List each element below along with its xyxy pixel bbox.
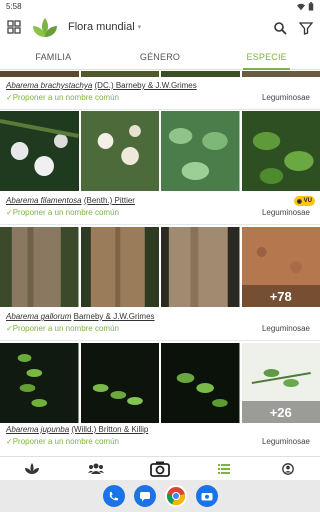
species-photo[interactable] [241, 71, 320, 77]
family-name: Leguminosae [261, 324, 310, 333]
tab-bar: FAMILIA GÉNERO ESPECIE [0, 46, 320, 70]
bark-image [0, 227, 79, 307]
status-time: 5:58 [6, 2, 22, 11]
plant-logo-icon [33, 18, 57, 37]
status-icons [297, 2, 314, 11]
leaf-image [241, 111, 320, 191]
photo-strip-partial [0, 71, 320, 77]
family-name: Leguminosae [261, 208, 310, 217]
app-bar: Flora mundial ▾ [0, 13, 320, 43]
species-photo[interactable] [161, 227, 240, 307]
species-photo[interactable] [0, 227, 79, 307]
profile-icon [282, 462, 294, 475]
filter-icon[interactable] [299, 21, 313, 35]
propose-common-name[interactable]: ✓Proponer a un nombre común [6, 208, 119, 217]
screen: 5:58 Flora mundial ▾ FAMILIA GÉNERO ESPE… [0, 0, 320, 512]
species-photo[interactable] [80, 227, 159, 307]
eye-icon: ◉ [296, 198, 302, 205]
species-photo[interactable] [0, 343, 79, 423]
species-photo[interactable] [161, 343, 240, 423]
species-photo[interactable] [80, 343, 159, 423]
species-photo[interactable] [80, 71, 159, 77]
camera-glyph [201, 493, 212, 501]
community-icon [88, 463, 104, 474]
species-card[interactable]: Abarema filamentosa (Benth.) Pittier ◉ V… [0, 111, 320, 226]
bottom-navigation [0, 456, 320, 480]
plant-icon [25, 462, 39, 474]
species-photo[interactable] [161, 71, 240, 77]
search-icon[interactable] [273, 21, 287, 35]
propose-common-name[interactable]: ✓Proponer a un nombre común [6, 437, 119, 446]
propose-common-name[interactable]: ✓Proponer a un nombre común [6, 93, 119, 102]
propose-common-name[interactable]: ✓Proponer a un nombre común [6, 324, 119, 333]
camera-app-icon[interactable] [195, 485, 218, 507]
app-title: Flora mundial [68, 21, 135, 33]
leaf-image [0, 343, 79, 423]
wifi-icon [297, 3, 305, 10]
tab-familia[interactable]: FAMILIA [0, 46, 107, 69]
message-glyph [139, 491, 150, 501]
flower-image [80, 111, 159, 191]
conservation-status-badge: ◉ VU [293, 196, 315, 206]
messages-icon[interactable] [133, 485, 156, 507]
species-name[interactable]: Abarema jupunba (Willd.) Britton & Killi… [6, 425, 148, 434]
species-photo[interactable]: +26 [241, 343, 320, 423]
family-name: Leguminosae [261, 437, 310, 446]
species-photo[interactable] [241, 111, 320, 191]
species-name[interactable]: Abarema brachystachya (DC.) Barneby & J.… [6, 81, 197, 90]
photo-row [0, 111, 320, 191]
chrome-icon[interactable] [164, 485, 187, 507]
chrome-glyph [166, 487, 185, 506]
species-card[interactable]: +78 Abarema gallorum Barneby & J.W.Grime… [0, 227, 320, 342]
bark-image [80, 227, 159, 307]
chevron-down-icon: ▾ [137, 24, 142, 31]
flower-image [0, 111, 79, 191]
divider [0, 109, 320, 110]
nav-plants[interactable] [0, 457, 64, 480]
species-photo[interactable]: +78 [241, 227, 320, 307]
grid-icon[interactable] [7, 20, 21, 34]
species-photo[interactable] [0, 111, 79, 191]
tab-genero[interactable]: GÉNERO [107, 46, 214, 69]
species-photo[interactable] [0, 71, 79, 77]
species-name[interactable]: Abarema filamentosa (Benth.) Pittier [6, 196, 135, 205]
more-photos-count[interactable]: +78 [241, 285, 320, 307]
app-title-dropdown[interactable]: Flora mundial ▾ [68, 21, 141, 33]
species-photo[interactable] [161, 111, 240, 191]
nav-camera[interactable] [128, 457, 192, 480]
family-name: Leguminosae [261, 93, 310, 102]
leaf-image [80, 343, 159, 423]
species-photo[interactable] [80, 111, 159, 191]
species-card[interactable]: +26 Abarema jupunba (Willd.) Britton & K… [0, 343, 320, 456]
nav-community[interactable] [64, 457, 128, 480]
phone-glyph [109, 491, 119, 500]
tab-especie[interactable]: ESPECIE [213, 46, 320, 70]
species-list[interactable]: Abarema brachystachya (DC.) Barneby & J.… [0, 71, 320, 456]
nav-profile[interactable] [256, 457, 320, 480]
list-icon [218, 463, 230, 474]
system-dock [0, 480, 320, 512]
leaf-image [161, 343, 240, 423]
more-photos-count[interactable]: +26 [241, 401, 320, 423]
photo-row: +78 [0, 227, 320, 307]
battery-icon [308, 2, 314, 11]
leaf-image [161, 111, 240, 191]
phone-icon[interactable] [102, 485, 125, 507]
divider [0, 224, 320, 225]
camera-icon [150, 461, 170, 477]
nav-list[interactable] [192, 457, 256, 480]
bark-image [161, 227, 240, 307]
photo-row: +26 [0, 343, 320, 423]
status-bar: 5:58 [0, 0, 320, 13]
species-name[interactable]: Abarema gallorum Barneby & J.W.Grimes [6, 312, 155, 321]
divider [0, 340, 320, 341]
